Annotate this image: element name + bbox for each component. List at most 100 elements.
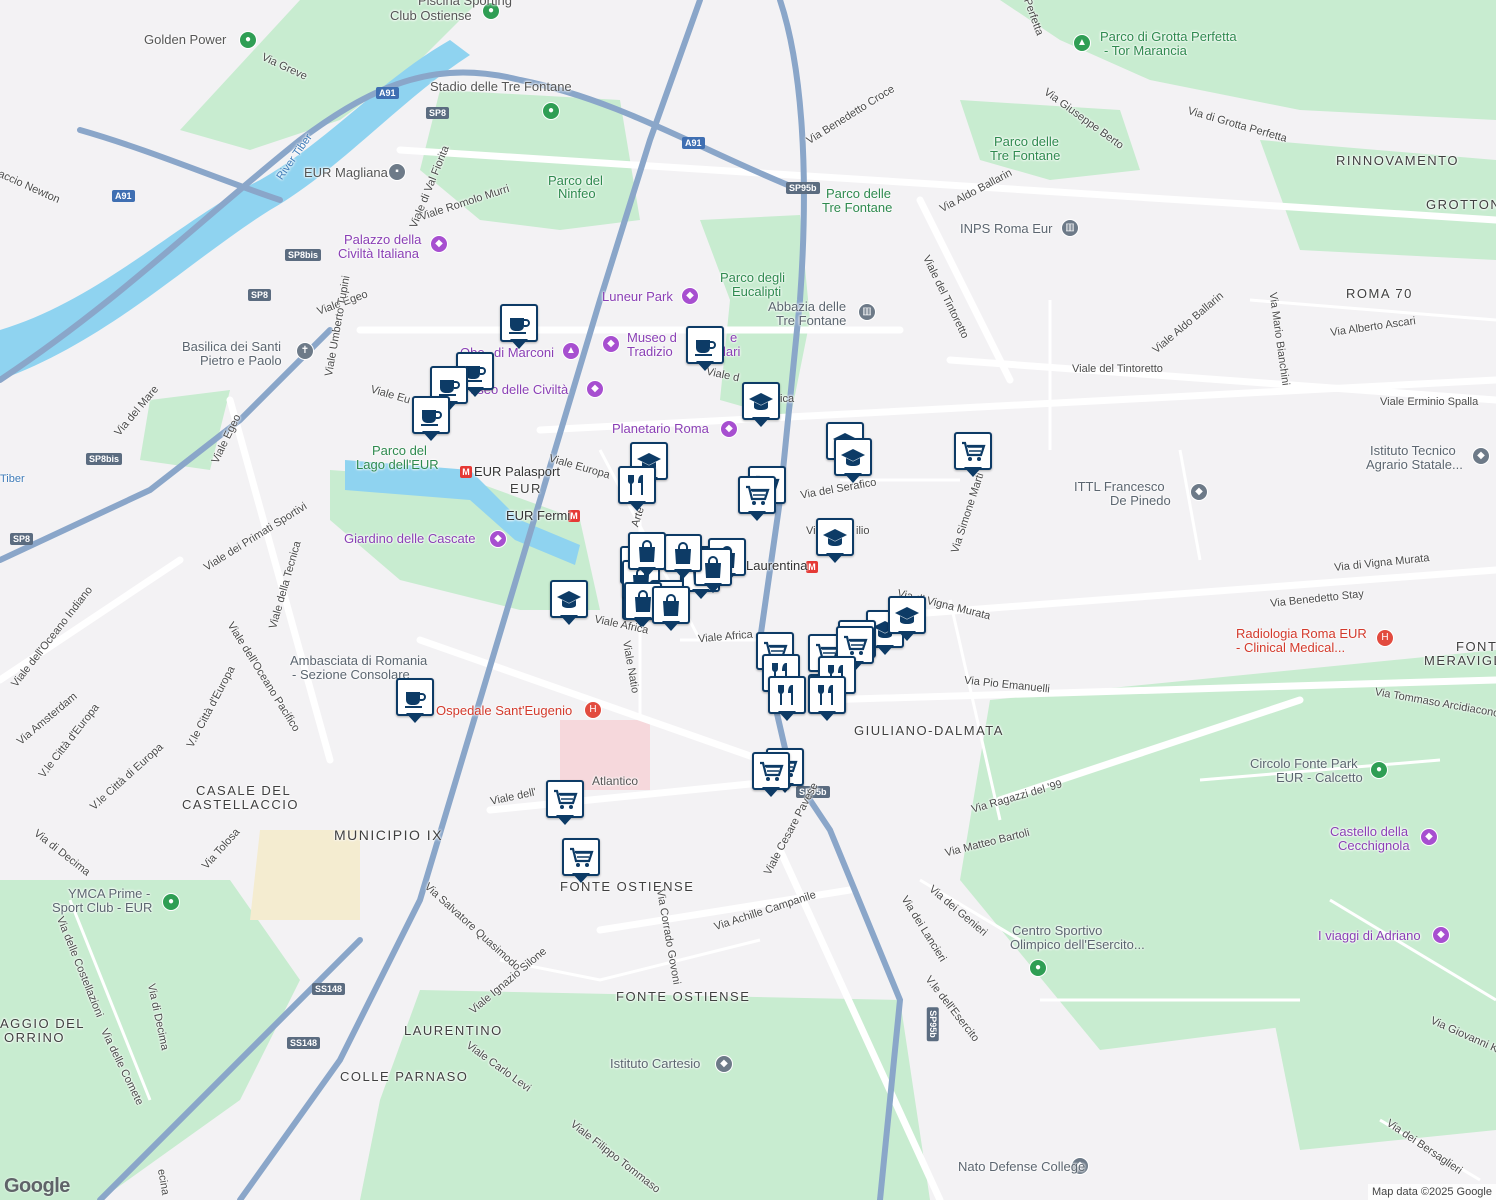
museum-icon[interactable]: ◆	[586, 380, 604, 398]
museum-icon[interactable]: ◆	[602, 335, 620, 353]
poi-label[interactable]: Tradizio	[627, 345, 673, 359]
restaurant-marker[interactable]	[768, 676, 806, 724]
castle-icon[interactable]: ◆	[1420, 828, 1438, 846]
park-label[interactable]: Lago dell'EUR	[356, 458, 439, 472]
cart-marker[interactable]	[954, 432, 992, 480]
shopping-marker[interactable]	[628, 532, 666, 580]
place-label[interactable]: Club Ostiense	[390, 9, 472, 23]
metro-station-label[interactable]: EUR Fermi	[506, 509, 570, 523]
poi-label[interactable]: Basilica dei Santi	[182, 340, 281, 354]
cart-marker[interactable]	[738, 476, 776, 524]
poi-label[interactable]: Istituto Cartesio	[610, 1057, 700, 1071]
park-label[interactable]: Parco del	[372, 444, 427, 458]
school-marker[interactable]	[550, 580, 588, 628]
poi-label[interactable]: Istituto Tecnico	[1370, 444, 1456, 458]
map-canvas[interactable]: A91 A91 A91 SP8 SP8 SP8 SP8bis SP8bis SP…	[0, 0, 1496, 1200]
school-marker[interactable]	[834, 438, 872, 486]
monument-icon[interactable]: ▲	[562, 342, 580, 360]
museum-icon[interactable]: ▥	[858, 303, 876, 321]
park-label[interactable]: Tre Fontane	[822, 201, 892, 215]
poi-label[interactable]: Abbazia delle	[768, 300, 846, 314]
sports-icon[interactable]: ●	[239, 31, 257, 49]
poi-label[interactable]: Palazzo della	[344, 233, 421, 247]
park-label[interactable]: - Tor Marancia	[1104, 44, 1187, 58]
coffee-marker[interactable]	[412, 396, 450, 444]
poi-label[interactable]: De Pinedo	[1110, 494, 1171, 508]
hospital-label[interactable]: Ospedale Sant'Eugenio	[436, 704, 572, 718]
cart-marker[interactable]	[546, 780, 584, 828]
coffee-marker[interactable]	[500, 304, 538, 352]
metro-station-label[interactable]: EUR Palasport	[474, 465, 560, 479]
park-ride-icon[interactable]: ◆	[681, 287, 699, 305]
hospital-icon[interactable]: H	[584, 701, 602, 719]
place-label[interactable]: Stadio delle Tre Fontane	[430, 80, 572, 94]
place-label[interactable]: EUR Magliana	[304, 166, 388, 180]
poi-label[interactable]: Ambasciata di Romania	[290, 654, 427, 668]
shopping-marker[interactable]	[664, 534, 702, 582]
poi-label[interactable]: Tre Fontane	[776, 314, 846, 328]
poi-label[interactable]: I viaggi di Adriano	[1318, 929, 1421, 943]
poi-label[interactable]: Olimpico dell'Esercito...	[1010, 938, 1145, 952]
school-marker[interactable]	[742, 382, 780, 430]
poi-label[interactable]: Pietro e Paolo	[200, 354, 282, 368]
poi-label[interactable]: Centro Sportivo	[1012, 924, 1102, 938]
poi-label[interactable]: Castello della	[1330, 825, 1408, 839]
sports-icon[interactable]: ●	[1029, 959, 1047, 977]
sports-icon[interactable]: ●	[1370, 761, 1388, 779]
planetarium-icon[interactable]: ◆	[720, 420, 738, 438]
tree-icon[interactable]: ▲	[1073, 34, 1091, 52]
school-icon[interactable]: ◆	[1472, 447, 1490, 465]
restaurant-marker[interactable]	[618, 466, 656, 514]
metro-station-label[interactable]: Laurentina	[746, 559, 807, 573]
poi-label[interactable]: Museo d	[627, 331, 677, 345]
poi-label[interactable]: e	[730, 331, 737, 345]
sports-icon[interactable]: ●	[162, 893, 180, 911]
cart-marker[interactable]	[562, 838, 600, 886]
poi-label[interactable]: Circolo Fonte Park	[1250, 757, 1358, 771]
poi-label[interactable]: Agrario Statale...	[1366, 458, 1463, 472]
poi-label[interactable]: Cecchignola	[1338, 839, 1410, 853]
cart-marker[interactable]	[752, 752, 790, 800]
shopping-marker[interactable]	[652, 586, 690, 634]
school-icon[interactable]: ◆	[1190, 483, 1208, 501]
metro-icon[interactable]: M	[460, 466, 472, 478]
stadium-icon[interactable]: ●	[542, 102, 560, 120]
place-label[interactable]: Golden Power	[144, 33, 226, 47]
poi-label[interactable]: - Sezione Consolare	[292, 668, 410, 682]
garden-icon[interactable]: ◆	[489, 530, 507, 548]
medical-label[interactable]: - Clinical Medical...	[1236, 641, 1345, 655]
poi-label[interactable]: Planetario Roma	[612, 422, 709, 436]
transit-icon[interactable]: ▪	[388, 163, 406, 181]
poi-label[interactable]: Sport Club - EUR	[52, 901, 152, 915]
restaurant-marker[interactable]	[808, 676, 846, 724]
park-label[interactable]: Ninfeo	[558, 187, 596, 201]
poi-label[interactable]: Nato Defense College	[958, 1160, 1085, 1174]
poi-label[interactable]: ITTL Francesco	[1074, 480, 1165, 494]
office-icon[interactable]: ▥	[1061, 219, 1079, 237]
poi-label[interactable]: Giardino delle Cascate	[344, 532, 476, 546]
medical-label[interactable]: Radiologia Roma EUR	[1236, 627, 1367, 641]
coffee-marker[interactable]	[396, 678, 434, 726]
place-label[interactable]: Piscina Sporting	[418, 0, 512, 8]
park-label[interactable]: Parco delle	[826, 187, 891, 201]
poi-label[interactable]: lari	[723, 345, 740, 359]
school-icon[interactable]: ◆	[715, 1055, 733, 1073]
poi-label[interactable]: YMCA Prime -	[68, 887, 150, 901]
coffee-marker[interactable]	[686, 326, 724, 374]
church-icon[interactable]: ✝	[296, 342, 314, 360]
medical-icon[interactable]: H	[1376, 629, 1394, 647]
park-label[interactable]: Parco delle	[994, 135, 1059, 149]
poi-label[interactable]: INPS Roma Eur	[960, 222, 1052, 236]
travel-agency-icon[interactable]: ◆	[1432, 926, 1450, 944]
school-marker[interactable]	[816, 518, 854, 566]
park-label[interactable]: Eucalipti	[732, 285, 781, 299]
poi-label[interactable]: Civiltà Italiana	[338, 247, 419, 261]
map-attribution[interactable]: Map data ©2025 Google	[1367, 1184, 1496, 1200]
poi-label[interactable]: EUR - Calcetto	[1276, 771, 1363, 785]
park-label[interactable]: Tre Fontane	[990, 149, 1060, 163]
landmark-icon[interactable]: ◆	[430, 235, 448, 253]
poi-label[interactable]: Luneur Park	[602, 290, 673, 304]
park-label[interactable]: Parco di Grotta Perfetta	[1100, 30, 1237, 44]
school-marker[interactable]	[888, 596, 926, 644]
park-label[interactable]: Parco degli	[720, 271, 785, 285]
